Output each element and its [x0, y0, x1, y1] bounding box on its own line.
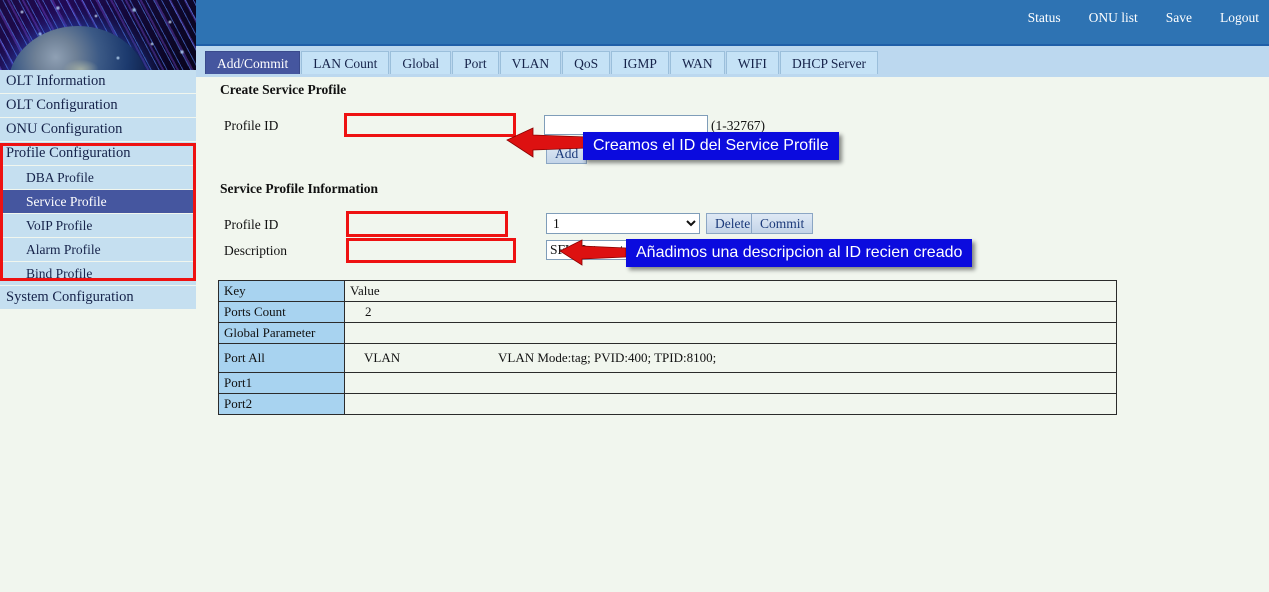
table-header-key: Key — [218, 280, 345, 302]
sidebar-item-olt-information[interactable]: OLT Information — [0, 70, 196, 93]
info-profile-id-label: Profile ID — [224, 217, 279, 232]
tab-global[interactable]: Global — [390, 51, 452, 74]
table-body: Ports Count 2 Global Parameter Port All VLAN… — [218, 301, 1117, 415]
tab-port[interactable]: Port — [452, 51, 499, 74]
header-link-status[interactable]: Status — [1018, 10, 1071, 26]
sidebar: OLT Information OLT Configuration ONU Conf… — [0, 0, 196, 592]
tab-add-commit[interactable]: Add/Commit — [205, 51, 301, 74]
tab-wifi[interactable]: WIFI — [725, 51, 779, 74]
top-header-bar: Status ONU list Save Logout — [196, 0, 1269, 44]
create-service-profile-title: Create Service Profile — [220, 82, 347, 97]
table-header-value: Value — [344, 280, 1117, 302]
tab-lan-count[interactable]: LAN Count — [301, 51, 390, 74]
table-cell-key: Ports Count — [218, 301, 345, 323]
sidebar-item-system-configuration[interactable]: System Configuration — [0, 286, 196, 309]
sidebar-item-service-profile[interactable]: Service Profile — [0, 190, 196, 213]
sidebar-item-onu-configuration[interactable]: ONU Configuration — [0, 118, 196, 141]
tab-wan[interactable]: WAN — [669, 51, 725, 74]
tab-qos[interactable]: QoS — [562, 51, 611, 74]
sidebar-item-alarm-profile[interactable]: Alarm Profile — [0, 238, 196, 261]
table-cell-value — [344, 322, 1117, 344]
table-cell-value: VLAN VLAN Mode:tag; PVID:400; TPID:8100; — [344, 343, 1117, 373]
tab-igmp[interactable]: IGMP — [611, 51, 669, 74]
table-cell-key: Port1 — [218, 372, 345, 394]
onu-web-ui: OLT Information OLT Configuration ONU Conf… — [0, 0, 1269, 592]
fiber-globe-banner-image — [0, 0, 196, 70]
light-dots-decoration — [0, 0, 196, 70]
sidebar-item-profile-configuration[interactable]: Profile Configuration — [0, 142, 196, 165]
tab-vlan[interactable]: VLAN — [499, 51, 562, 74]
table-row: Ports Count 2 — [218, 301, 1117, 323]
annotation-callout-description: Añadimos una descripcion al ID recien cr… — [626, 239, 973, 267]
header-link-save[interactable]: Save — [1156, 10, 1202, 26]
annotation-callout-create-id: Creamos el ID del Service Profile — [583, 132, 839, 160]
table-cell-value-detail: VLAN Mode:tag; PVID:400; TPID:8100; — [498, 350, 717, 365]
table-row: Port All VLAN VLAN Mode:tag; PVID:400; TPI… — [218, 343, 1117, 373]
tab-strip: Add/Commit LAN Count Global Port VLAN QoS IGMP… — [196, 51, 1269, 74]
service-profile-table: Key Value Ports Count 2 Global Parameter Po… — [218, 280, 1117, 415]
header-link-onu-list[interactable]: ONU list — [1079, 10, 1148, 26]
sidebar-item-bind-profile[interactable]: Bind Profile — [0, 262, 196, 285]
table-cell-value: 2 — [344, 301, 1117, 323]
table-cell-value — [344, 372, 1117, 394]
create-profile-id-label: Profile ID — [224, 118, 279, 133]
commit-button[interactable]: Commit — [751, 213, 814, 234]
sidebar-item-voip-profile[interactable]: VoIP Profile — [0, 214, 196, 237]
description-label: Description — [224, 243, 287, 258]
sidebar-nav: OLT Information OLT Configuration ONU Conf… — [0, 70, 196, 309]
table-cell-value — [344, 393, 1117, 415]
header-link-logout[interactable]: Logout — [1210, 10, 1269, 26]
profile-id-select[interactable]: 1 — [546, 213, 700, 234]
table-row: Port2 — [218, 393, 1117, 415]
table-cell-key: Global Parameter — [218, 322, 345, 344]
tab-bar: Add/Commit LAN Count Global Port VLAN QoS IGMP… — [196, 44, 1269, 77]
table-header-row: Key Value — [218, 280, 1117, 302]
add-button[interactable]: Add — [546, 143, 588, 164]
table-cell-key: Port2 — [218, 393, 345, 415]
sidebar-item-olt-configuration[interactable]: OLT Configuration — [0, 94, 196, 117]
table-row: Global Parameter — [218, 322, 1117, 344]
service-profile-information-title: Service Profile Information — [220, 181, 378, 196]
sidebar-item-dba-profile[interactable]: DBA Profile — [0, 166, 196, 189]
tab-dhcp-server[interactable]: DHCP Server — [779, 51, 879, 74]
table-cell-key: Port All — [218, 343, 345, 373]
header-links: Status ONU list Save Logout — [1010, 10, 1269, 26]
table-row: Port1 — [218, 372, 1117, 394]
table-cell-value-name: VLAN — [364, 350, 401, 365]
table-head: Key Value — [218, 280, 1117, 302]
